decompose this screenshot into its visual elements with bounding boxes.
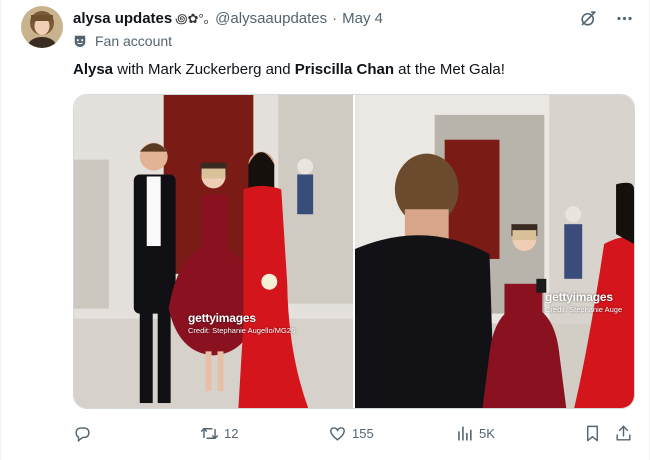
account-label-text: Fan account — [95, 33, 173, 49]
bookmark-button[interactable] — [583, 424, 602, 443]
media-grid: gettyimages Credit: Stephanie Augello/MG… — [73, 94, 635, 409]
watermark-brand: gettyimages — [188, 311, 256, 325]
tweet-text-part2: with Mark Zuckerberg and — [113, 61, 295, 78]
like-count: 155 — [352, 426, 374, 441]
retweet-icon — [200, 428, 219, 439]
header-actions — [577, 7, 635, 29]
watermark-brand: gettyimages — [545, 290, 613, 304]
tweet-date[interactable]: May 4 — [342, 10, 383, 27]
grok-icon[interactable] — [577, 7, 599, 29]
getty-watermark-1: gettyimages Credit: Stephanie Augello/MG… — [188, 311, 295, 335]
user-handle[interactable]: @alysaaupdates — [215, 10, 327, 27]
tweet-text-part1: Alysa — [73, 61, 114, 78]
name-emoji: ꩜✿°｡ — [175, 11, 211, 26]
account-label: Fan account — [73, 33, 172, 49]
watermark-credit: Credit: Stephanie Auge — [545, 305, 623, 314]
retweet-button[interactable]: 12 — [200, 424, 238, 443]
reply-icon — [75, 427, 90, 443]
watermark-credit: Credit: Stephanie Augello/MG26 — [188, 326, 296, 335]
getty-watermark-2: gettyimages Credit: Stephanie Auge — [545, 290, 622, 314]
media-photo-1[interactable]: gettyimages Credit: Stephanie Augello/MG… — [74, 95, 353, 408]
like-icon — [330, 427, 345, 441]
tweet[interactable]: alysa updates ꩜✿°｡ @alysaaupdates · May … — [0, 0, 650, 460]
media-photo-2[interactable]: gettyimages Credit: Stephanie Auge — [355, 95, 634, 408]
share-button[interactable] — [614, 424, 633, 443]
tweet-text-part4: at the Met Gala! — [394, 61, 505, 78]
bookmark-icon — [587, 425, 598, 442]
reply-button[interactable] — [73, 424, 97, 443]
separator: · — [332, 9, 338, 27]
display-name[interactable]: alysa updates — [73, 10, 172, 27]
avatar[interactable] — [21, 6, 63, 48]
views-button[interactable]: 5K — [455, 424, 495, 443]
views-icon — [458, 426, 472, 441]
retweet-count: 12 — [224, 426, 239, 441]
views-count: 5K — [479, 426, 495, 441]
tweet-header: alysa updates ꩜✿°｡ @alysaaupdates · May … — [73, 7, 383, 29]
photo-1-image — [74, 95, 353, 408]
share-icon — [616, 425, 631, 441]
more-icon[interactable] — [613, 7, 635, 29]
tweet-actions: 12 155 5K — [73, 424, 635, 444]
photo-2-image — [355, 95, 634, 408]
tweet-text: Alysa with Mark Zuckerberg and Priscilla… — [73, 60, 505, 80]
like-button[interactable]: 155 — [328, 424, 374, 443]
tweet-text-part3: Priscilla Chan — [294, 61, 394, 78]
fan-account-badge-icon — [74, 35, 86, 48]
